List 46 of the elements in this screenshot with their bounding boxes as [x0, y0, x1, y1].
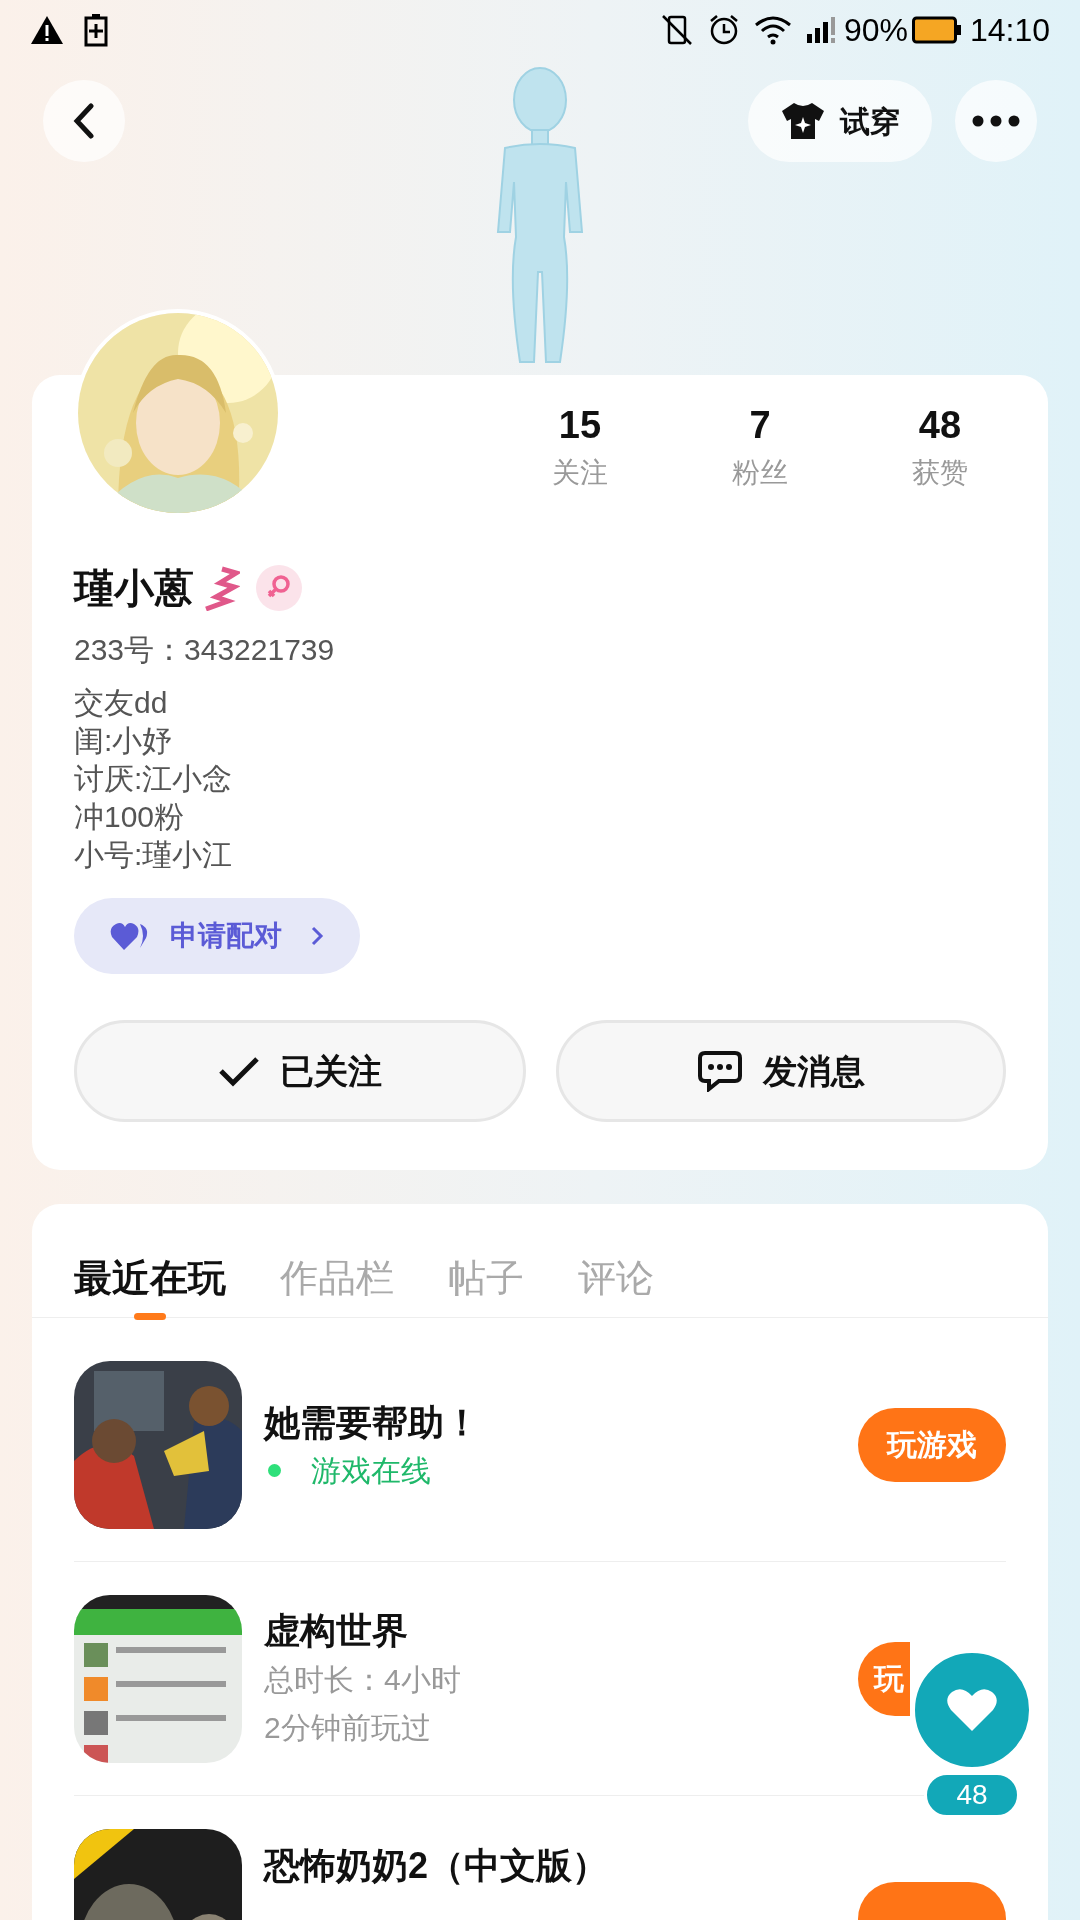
user-name: 瑾小蒽: [74, 565, 194, 612]
battery-icon: [911, 16, 962, 44]
bio-line: 讨厌:江小念: [74, 761, 233, 797]
warning-icon: [30, 15, 64, 45]
message-button[interactable]: 发消息: [556, 1020, 1006, 1122]
game-stat: 总时长：4小时: [264, 1661, 461, 1698]
bio-line: 冲100粉: [74, 799, 185, 835]
game-title[interactable]: 恐怖奶奶2（中文版）: [264, 1841, 609, 1891]
match-button[interactable]: 申请配对: [74, 898, 360, 974]
game-title[interactable]: 虚构世界: [264, 1605, 408, 1656]
tab[interactable]: 评论: [578, 1238, 654, 1318]
bio-line: 交友dd: [74, 685, 168, 721]
game-title[interactable]: 她需要帮助！: [264, 1397, 480, 1448]
heart-icon: [946, 1687, 998, 1733]
try-on-button[interactable]: 试穿: [748, 80, 932, 162]
more-icon: [972, 115, 1020, 127]
stat-label[interactable]: 粉丝: [732, 453, 788, 493]
tab[interactable]: 最近在玩: [74, 1238, 226, 1318]
tab[interactable]: 帖子: [448, 1238, 524, 1318]
game-stat: 2分钟前玩过: [264, 1709, 431, 1746]
battery-percent: 90%: [843, 11, 908, 50]
signal-icon: [805, 16, 836, 44]
chat-bubble-icon: [697, 1050, 743, 1092]
stat-count: 48: [918, 403, 962, 448]
like-count: 48: [924, 1772, 1020, 1818]
play-button[interactable]: 玩: [858, 1641, 910, 1716]
bio-line: 小号:瑾小江: [74, 837, 233, 873]
follow-button[interactable]: 已关注: [74, 1020, 526, 1122]
wifi-icon: [753, 15, 792, 45]
tab[interactable]: 作品栏: [280, 1238, 394, 1318]
bio-line: 闺:小妤: [74, 723, 173, 759]
stat-label[interactable]: 关注: [552, 453, 608, 493]
stat-label[interactable]: 获赞: [912, 453, 968, 493]
tab-indicator: [134, 1313, 166, 1320]
game-status: 游戏在线: [311, 1452, 431, 1489]
user-id: 233号：343221739: [74, 632, 336, 668]
stat-count: 15: [558, 403, 602, 448]
stat-count: 7: [749, 403, 771, 448]
shirt-icon: [780, 101, 826, 141]
battery-plus-icon: [84, 13, 108, 47]
play-button[interactable]: 玩游戏: [858, 1407, 1006, 1482]
clock-time: 14:10: [969, 11, 1050, 50]
check-icon: [218, 1055, 260, 1087]
vibrate-off-icon: [659, 14, 694, 46]
chevron-right-icon: [310, 925, 324, 947]
back-icon: [73, 103, 95, 139]
